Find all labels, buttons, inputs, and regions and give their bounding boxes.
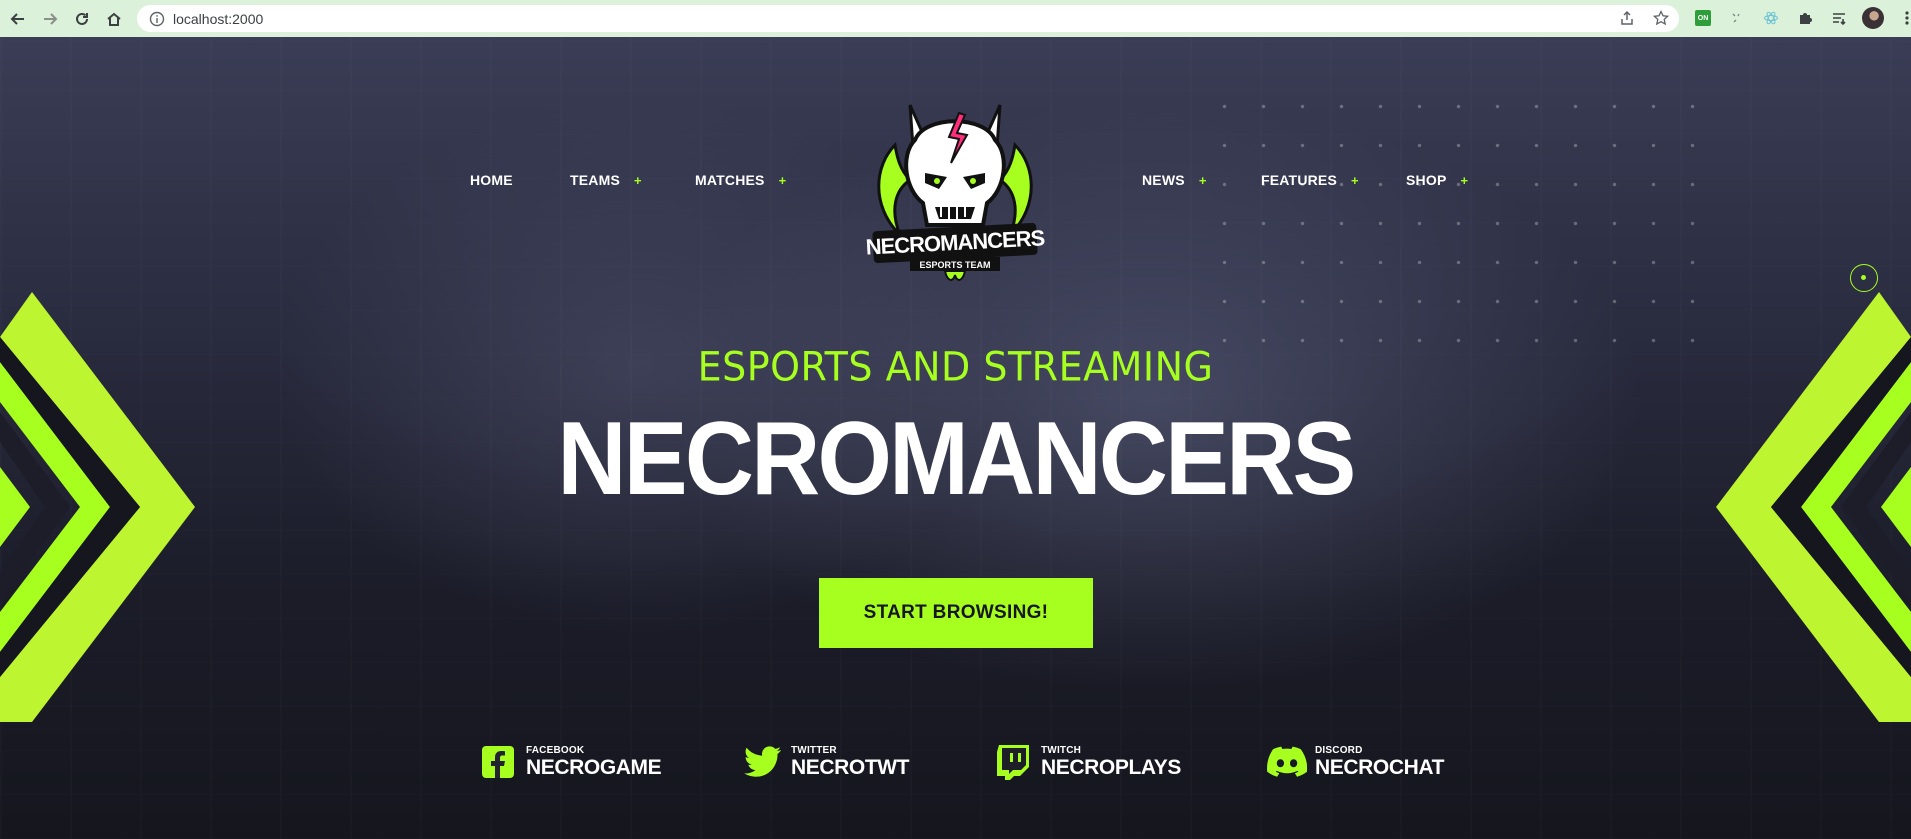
nav-shop[interactable]: SHOP +: [1406, 172, 1468, 188]
nav-matches-label: MATCHES: [695, 172, 765, 188]
home-button[interactable]: [100, 5, 128, 33]
social-handle: NECROTWT: [791, 755, 910, 779]
extension-on-button[interactable]: ON: [1692, 7, 1714, 29]
browser-menu-button[interactable]: [1896, 7, 1911, 29]
social-handle: NECROGAME: [526, 755, 662, 779]
social-facebook[interactable]: FACEBOOK NECROGAME: [478, 742, 662, 782]
arrow-right-icon: [44, 12, 58, 25]
bookmark-star-icon[interactable]: [1653, 10, 1669, 26]
reload-button[interactable]: [68, 5, 96, 33]
arrow-left-icon: [10, 12, 24, 25]
twitter-icon: [744, 746, 781, 777]
hero-title: NECROMANCERS: [557, 401, 1356, 517]
puzzle-icon: [1800, 13, 1812, 24]
plus-icon: +: [1351, 172, 1359, 188]
social-twitch[interactable]: TWITCH NECROPLAYS: [993, 742, 1181, 782]
kebab-menu-icon: [1905, 11, 1909, 25]
hero-section: HOME TEAMS + MATCHES + NEWS + FEATURES +…: [0, 37, 1911, 839]
social-network-label: DISCORD: [1315, 744, 1363, 756]
info-icon[interactable]: [149, 11, 165, 27]
social-handle: NECROCHAT: [1315, 755, 1445, 779]
social-network-label: TWITCH: [1041, 744, 1082, 756]
profile-button[interactable]: [1862, 7, 1884, 29]
nav-home[interactable]: HOME: [470, 172, 513, 188]
nav-features-label: FEATURES: [1261, 172, 1338, 188]
nav-news[interactable]: NEWS +: [1142, 172, 1207, 188]
twitch-icon: [997, 745, 1029, 780]
social-handle: NECROPLAYS: [1041, 755, 1181, 779]
extension-sparkle-button[interactable]: [1726, 7, 1748, 29]
avatar: [1862, 7, 1884, 29]
discord-icon: [1267, 746, 1307, 777]
dot-grid-decoration: [1205, 87, 1725, 347]
hero-tagline: ESPORTS AND STREAMING: [697, 343, 1214, 391]
extension-react-button[interactable]: [1760, 7, 1782, 29]
atom-icon: [1764, 11, 1778, 25]
team-logo[interactable]: NECROMANCERS ESPORTS TEAM: [855, 85, 1055, 285]
slider-indicator-dot[interactable]: [1850, 264, 1878, 292]
nav-teams-label: TEAMS: [570, 172, 620, 188]
plus-icon: +: [778, 172, 787, 188]
social-network-label: FACEBOOK: [526, 744, 585, 756]
browser-toolbar: localhost:2000 ON: [0, 0, 1911, 37]
start-browsing-button[interactable]: START BROWSING!: [819, 578, 1093, 648]
plus-icon: +: [634, 172, 642, 188]
nav-news-label: NEWS: [1142, 172, 1185, 188]
back-button[interactable]: [4, 5, 32, 33]
reading-list-button[interactable]: [1828, 7, 1850, 29]
logo-subtitle: ESPORTS TEAM: [919, 260, 990, 270]
nav-home-label: HOME: [470, 172, 513, 188]
home-icon: [107, 12, 121, 26]
extensions-bar: ON: [1692, 7, 1911, 29]
forward-button[interactable]: [36, 5, 64, 33]
nav-teams[interactable]: TEAMS +: [570, 172, 642, 188]
nav-features[interactable]: FEATURES +: [1261, 172, 1359, 188]
sparkle-icon: [1732, 13, 1740, 23]
nav-matches[interactable]: MATCHES +: [695, 172, 786, 188]
url-text[interactable]: localhost:2000: [173, 11, 263, 27]
social-discord[interactable]: DISCORD NECROCHAT: [1267, 742, 1444, 782]
extensions-button[interactable]: [1794, 7, 1816, 29]
share-icon[interactable]: [1619, 10, 1635, 26]
nav-shop-label: SHOP: [1406, 172, 1447, 188]
plus-icon: +: [1460, 172, 1469, 188]
reading-list-icon: [1833, 13, 1846, 26]
extension-on-badge: ON: [1695, 10, 1711, 26]
plus-icon: +: [1198, 172, 1207, 188]
social-network-label: TWITTER: [791, 744, 837, 756]
facebook-icon: [482, 746, 514, 778]
social-twitter[interactable]: TWITTER NECROTWT: [743, 742, 910, 782]
reload-icon: [76, 12, 88, 25]
address-bar[interactable]: localhost:2000: [137, 5, 1679, 32]
